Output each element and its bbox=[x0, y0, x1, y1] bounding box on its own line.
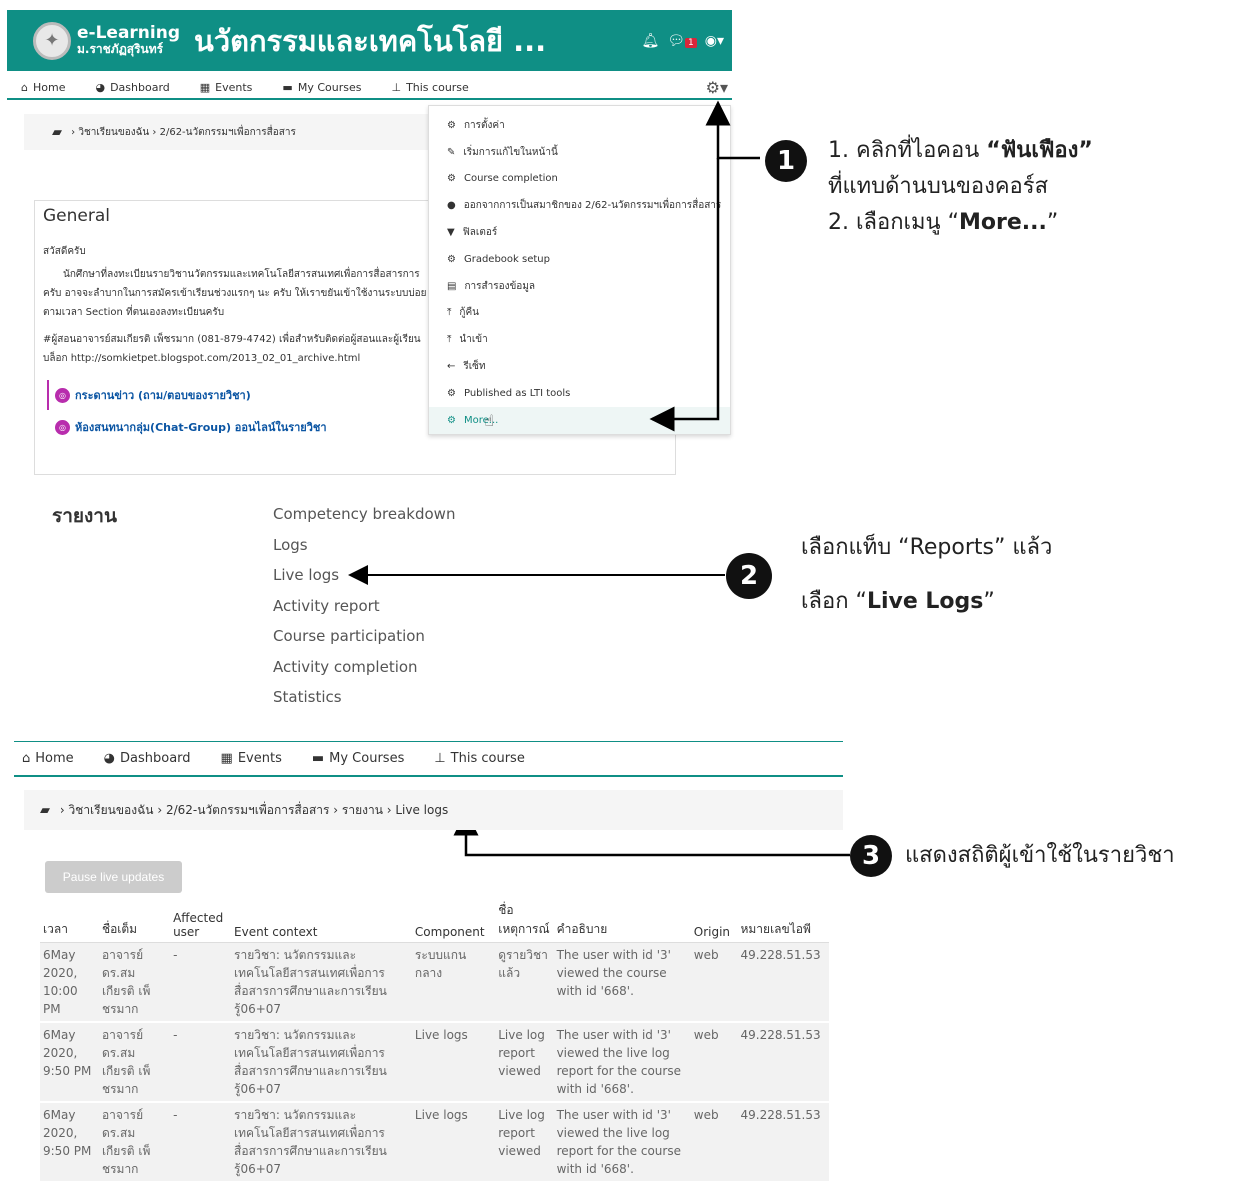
live-logs-table: เวลา ชื่อเต็ม Affected user Event contex… bbox=[40, 898, 829, 1183]
nav-this-course-label: This course bbox=[450, 751, 525, 766]
nav-my-courses-label: My Courses bbox=[329, 751, 405, 766]
step-1-line-1-b: “ฟันเฟือง” bbox=[986, 138, 1093, 163]
breadcrumb-sep: › bbox=[329, 803, 342, 817]
step-2-line-2: เลือก “Live Logs” bbox=[801, 575, 1052, 629]
cell-affected-user: - bbox=[170, 942, 232, 1023]
step-1-line-2: ที่แทบด้านบนของคอร์ส bbox=[828, 174, 1048, 199]
col-description[interactable]: คำอธิบาย bbox=[553, 898, 691, 943]
pause-live-updates-button[interactable]: Pause live updates bbox=[45, 861, 182, 893]
col-event-name[interactable]: ชื่อเหตุการณ์ bbox=[495, 898, 554, 943]
breadcrumb-current: Live logs bbox=[395, 803, 449, 817]
cell-time: 6May 2020, 9:50 PM bbox=[40, 1022, 99, 1103]
step-2-text: เลือกแท็บ “Reports” แล้ว เลือก “Live Log… bbox=[801, 521, 1052, 629]
arrow-to-more bbox=[649, 158, 720, 432]
report-link-activity-report[interactable]: Activity report bbox=[273, 597, 380, 615]
cell-affected-user: - bbox=[170, 1022, 232, 1103]
col-component[interactable]: Component bbox=[411, 898, 496, 943]
report-link-logs[interactable]: Logs bbox=[273, 536, 308, 554]
step-1-line-3: 2. เลือกเมนู “More...” bbox=[828, 205, 1093, 241]
cell-fullname[interactable]: อาจารย์ ดร.สม เกียรติ เพ็ ชรมาก bbox=[98, 942, 171, 1023]
cell-event-name: Live log report viewed bbox=[495, 1102, 554, 1183]
step-2-line-2-b: Live Logs bbox=[866, 589, 984, 614]
home-icon: ⌂ bbox=[22, 751, 31, 766]
table-row: 6May 2020, 9:50 PM อาจารย์ ดร.สม เกียรติ… bbox=[40, 1022, 829, 1103]
cell-fullname[interactable]: อาจารย์ ดร.สม เกียรติ เพ็ ชรมาก bbox=[98, 1022, 171, 1103]
col-time[interactable]: เวลา bbox=[40, 898, 99, 943]
report-link-course-participation[interactable]: Course participation bbox=[273, 627, 425, 645]
cell-origin: web bbox=[690, 1102, 738, 1183]
cell-affected-user: - bbox=[170, 1102, 232, 1183]
step-1-line-3-c: ” bbox=[1046, 210, 1059, 235]
cell-description: The user with id '3' viewed the live log… bbox=[553, 1022, 691, 1103]
dashboard-icon: ◕ bbox=[103, 751, 115, 766]
breadcrumb-course[interactable]: 2/62-นวัตกรรมฯเพื่อการสื่อสาร bbox=[166, 801, 330, 820]
breadcrumb-reports[interactable]: รายงาน bbox=[342, 801, 383, 820]
step-2-line-2-c: ” bbox=[983, 589, 995, 614]
table-row: 6May 2020, 10:00 PM อาจารย์ ดร.สม เกียรต… bbox=[40, 942, 829, 1023]
nav-events-label: Events bbox=[237, 751, 282, 766]
report-link-statistics[interactable]: Statistics bbox=[273, 688, 342, 706]
cell-ip[interactable]: 49.228.51.53 bbox=[737, 1022, 829, 1103]
nav-dashboard-label: Dashboard bbox=[120, 751, 191, 766]
arrow-to-gear bbox=[705, 100, 760, 160]
nav-this-course[interactable]: ⊥ This course bbox=[434, 751, 524, 766]
cell-component: ระบบแกนกลาง bbox=[411, 942, 496, 1023]
step-1-line-1: 1. คลิกที่ไอคอน “ฟันเฟือง” bbox=[828, 133, 1093, 169]
cell-event-name: ดูรายวิชาแล้ว bbox=[495, 942, 554, 1023]
briefcase-icon: ▬ bbox=[311, 751, 325, 766]
nav-home[interactable]: ⌂ Home bbox=[22, 751, 74, 766]
step-1-line-1-a: 1. คลิกที่ไอคอน bbox=[828, 138, 987, 163]
sitemap-icon: ⊥ bbox=[434, 751, 446, 766]
cell-origin: web bbox=[690, 942, 738, 1023]
report-link-activity-completion[interactable]: Activity completion bbox=[273, 658, 418, 676]
step-3-text: แสดงสถิติผู้เข้าใช้ในรายวิชา bbox=[905, 843, 1175, 868]
cell-event-context[interactable]: รายวิชา: นวัตกรรมและเทคโนโลยีสารสนเทศเพื… bbox=[231, 1022, 412, 1103]
breadcrumb-2: ▰ › วิชาเรียนของฉัน › 2/62-นวัตกรรมฯเพื่… bbox=[24, 790, 843, 830]
col-origin[interactable]: Origin bbox=[690, 898, 738, 943]
step-1-badge: 1 bbox=[765, 140, 807, 182]
table-row: 6May 2020, 9:50 PM อาจารย์ ดร.สม เกียรติ… bbox=[40, 1102, 829, 1183]
cell-ip[interactable]: 49.228.51.53 bbox=[737, 942, 829, 1023]
col-affected-user[interactable]: Affected user bbox=[170, 898, 232, 943]
nav-dashboard[interactable]: ◕ Dashboard bbox=[104, 751, 191, 766]
top-nav-2: ⌂ Home ◕ Dashboard ▦ Events ▬ My Courses ⊥ Th… bbox=[14, 741, 843, 777]
col-ip[interactable]: หมายเลขไอพี bbox=[737, 898, 829, 943]
breadcrumb-sep: › bbox=[382, 803, 396, 817]
col-event-context[interactable]: Event context bbox=[231, 898, 412, 943]
cell-time: 6May 2020, 10:00 PM bbox=[40, 942, 99, 1023]
cell-event-context[interactable]: รายวิชา: นวัตกรรมและเทคโนโลยีสารสนเทศเพื… bbox=[231, 1102, 412, 1183]
cell-event-name: Live log report viewed bbox=[495, 1022, 554, 1103]
nav-my-courses[interactable]: ▬ My Courses bbox=[312, 751, 405, 766]
step-2-line-1: เลือกแท็บ “Reports” แล้ว bbox=[801, 535, 1053, 560]
step-3-badge: 3 bbox=[850, 835, 892, 877]
cell-description: The user with id '3' viewed the course w… bbox=[553, 942, 691, 1023]
report-link-live-logs[interactable]: Live logs bbox=[273, 566, 339, 584]
cell-description: The user with id '3' viewed the live log… bbox=[553, 1102, 691, 1183]
step-2-line-2-a: เลือก “ bbox=[801, 589, 867, 614]
cell-time: 6May 2020, 9:50 PM bbox=[40, 1102, 99, 1183]
col-fullname[interactable]: ชื่อเต็ม bbox=[98, 898, 171, 943]
nav-home-label: Home bbox=[35, 751, 74, 766]
calendar-icon: ▦ bbox=[220, 751, 233, 766]
step-1-text: 1. คลิกที่ไอคอน “ฟันเฟือง” ที่แทบด้านบนข… bbox=[828, 133, 1093, 241]
cell-component: Live logs bbox=[411, 1022, 496, 1103]
breadcrumb-my-courses[interactable]: วิชาเรียนของฉัน bbox=[68, 801, 153, 820]
nav-events[interactable]: ▦ Events bbox=[221, 751, 282, 766]
cell-fullname[interactable]: อาจารย์ ดร.สม เกียรติ เพ็ ชรมาก bbox=[98, 1102, 171, 1183]
reports-title: รายงาน bbox=[52, 505, 117, 527]
step-2-badge: 2 bbox=[726, 553, 772, 599]
step-1-line-3-a: 2. เลือกเมนู “ bbox=[828, 210, 959, 235]
breadcrumb-sep: › bbox=[56, 803, 69, 817]
folder-icon: ▰ bbox=[40, 802, 50, 818]
report-link-competency[interactable]: Competency breakdown bbox=[273, 505, 455, 523]
cell-ip[interactable]: 49.228.51.53 bbox=[737, 1102, 829, 1183]
table-header-row: เวลา ชื่อเต็ม Affected user Event contex… bbox=[40, 898, 829, 943]
step-1-line-3-b: More... bbox=[958, 210, 1047, 235]
cell-event-context[interactable]: รายวิชา: นวัตกรรมและเทคโนโลยีสารสนเทศเพื… bbox=[231, 942, 412, 1023]
cell-origin: web bbox=[690, 1022, 738, 1103]
cell-component: Live logs bbox=[411, 1102, 496, 1183]
breadcrumb-sep: › bbox=[153, 803, 166, 817]
